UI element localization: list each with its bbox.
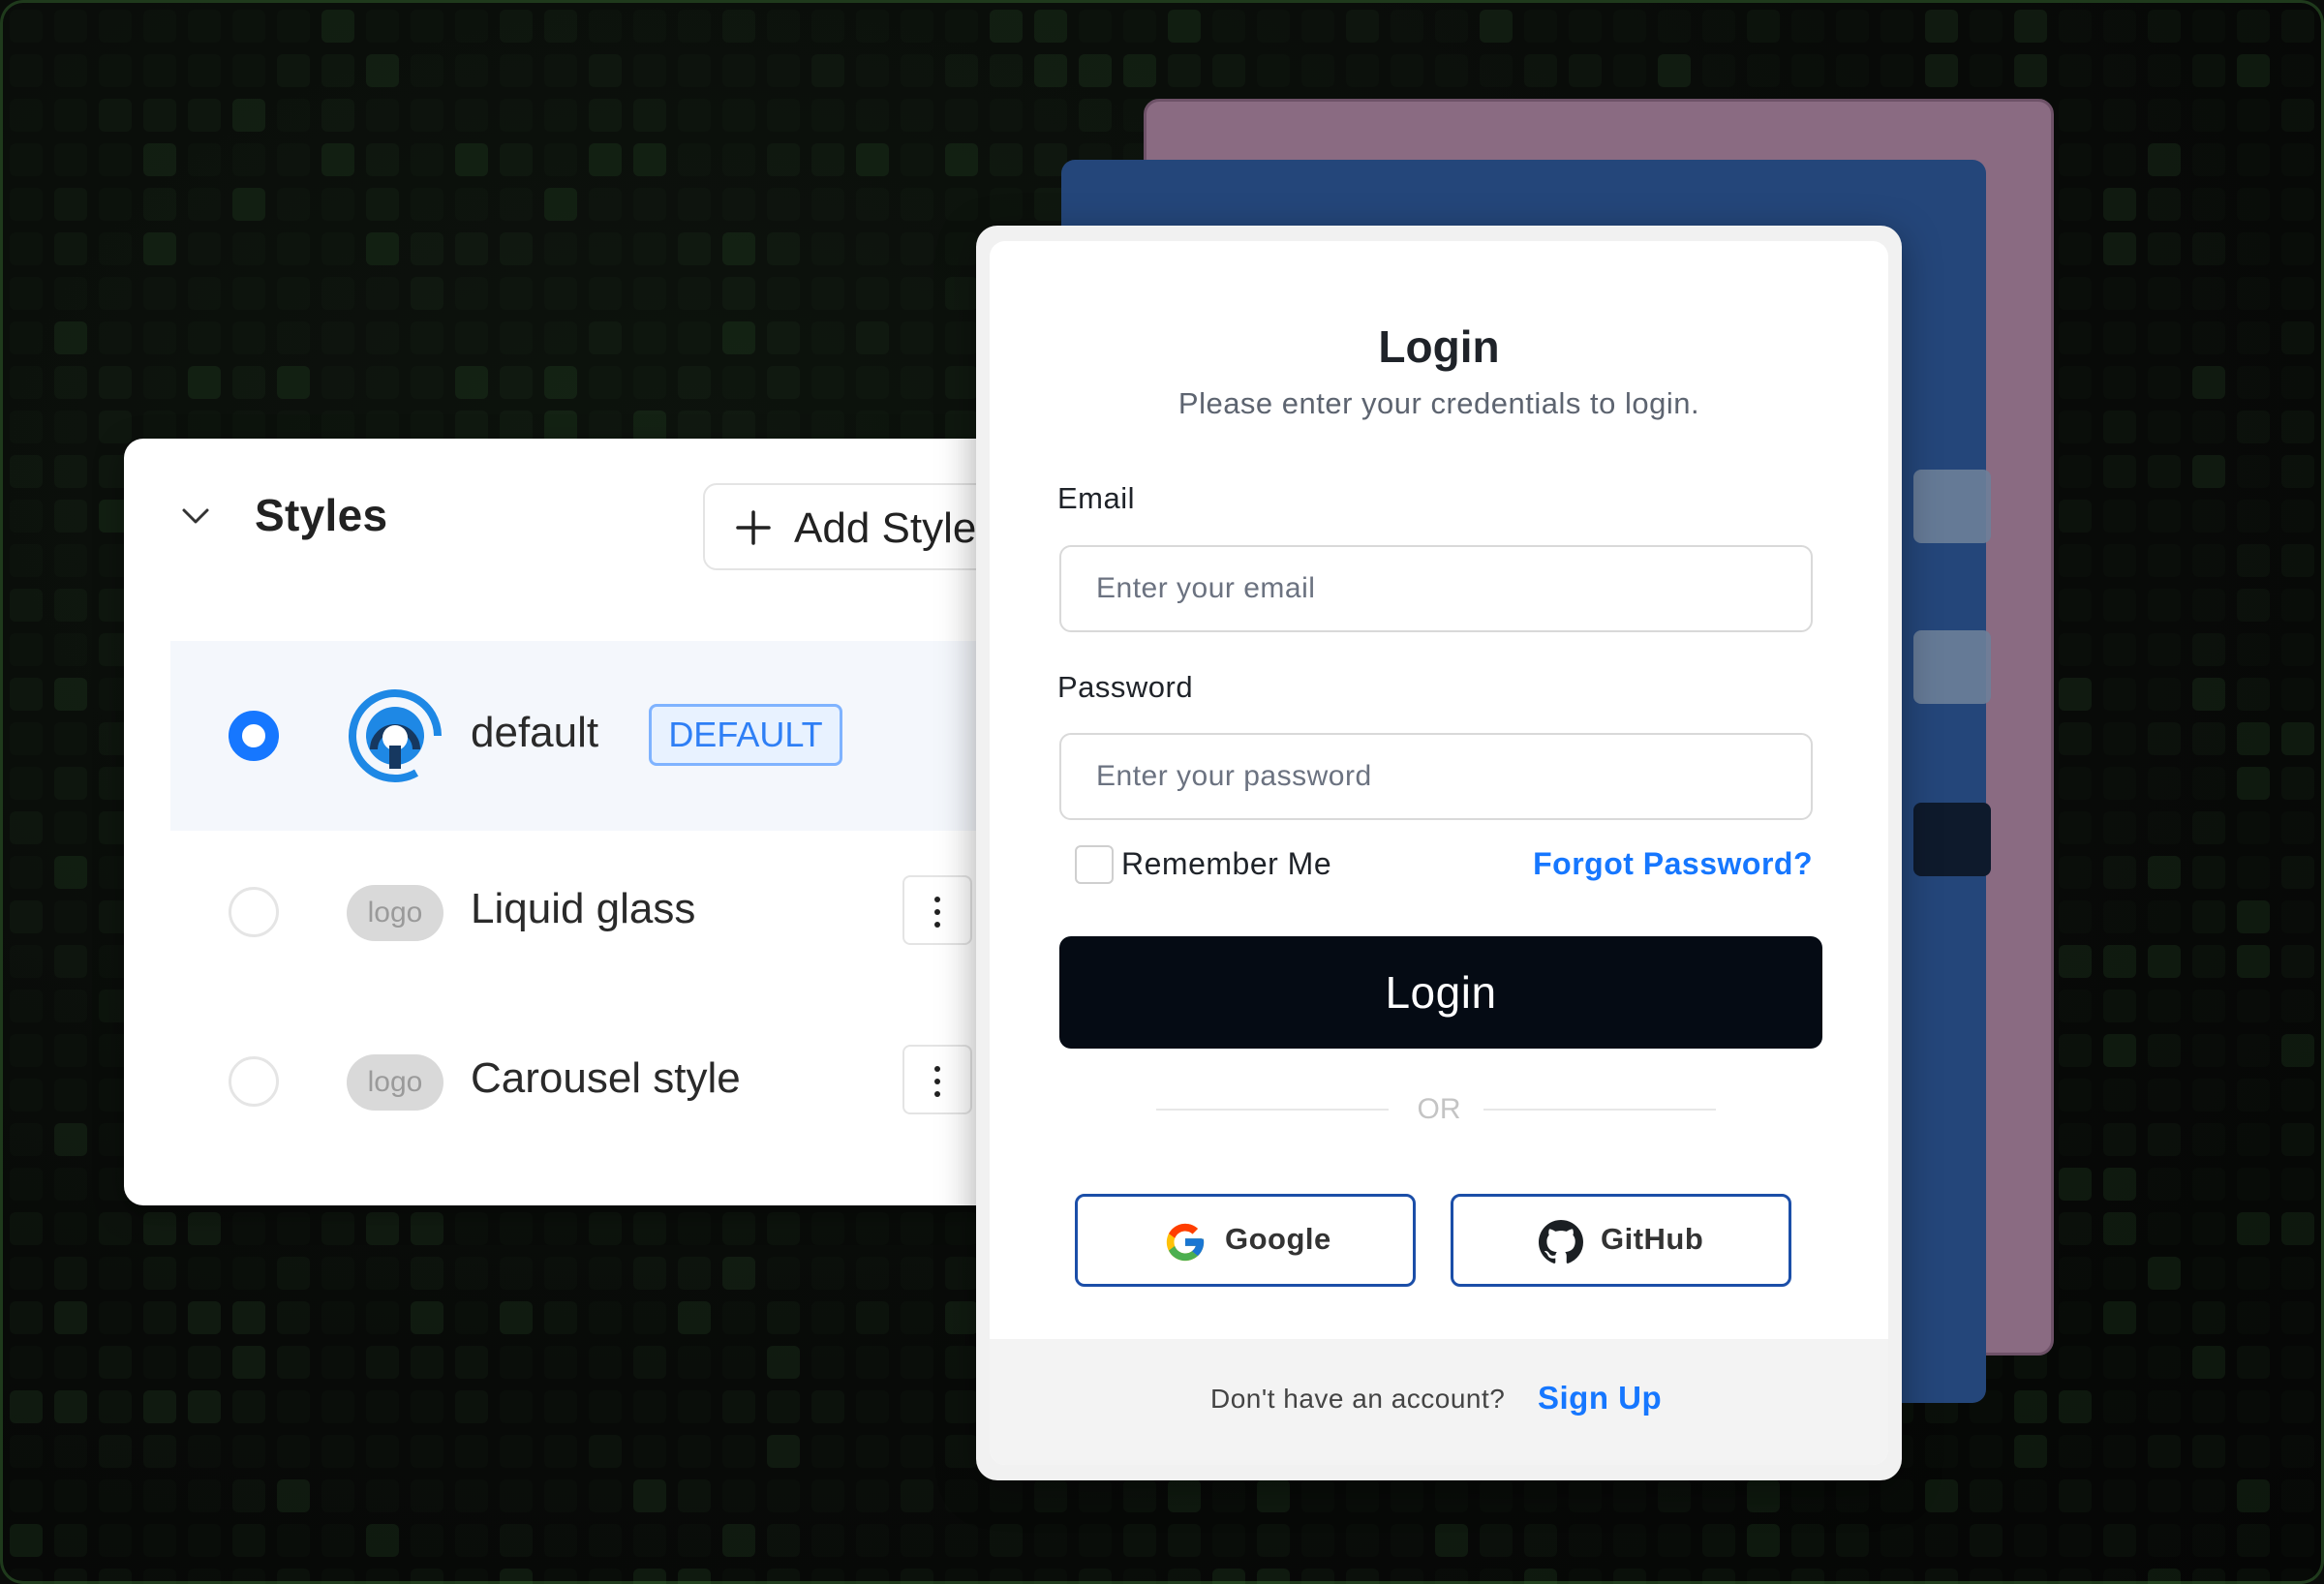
divider-line [1483, 1109, 1716, 1111]
default-badge: DEFAULT [649, 704, 842, 766]
github-label: GitHub [1601, 1222, 1704, 1256]
login-form: Login Please enter your credentials to l… [990, 241, 1888, 1465]
password-field[interactable] [1059, 733, 1813, 820]
more-vertical-icon[interactable] [902, 1045, 972, 1114]
style-name: default [471, 709, 599, 756]
forgot-password-link[interactable]: Forgot Password? [1533, 846, 1813, 882]
signup-footer: Don't have an account? Sign Up [990, 1339, 1888, 1465]
style-radio-selected[interactable] [229, 711, 279, 761]
logo-placeholder: logo [347, 1054, 443, 1111]
brand-logo-icon [349, 689, 442, 782]
ghost-button [1913, 803, 1991, 876]
signup-prompt: Don't have an account? [1210, 1384, 1506, 1414]
login-button[interactable]: Login [1059, 936, 1822, 1049]
email-field[interactable] [1059, 545, 1813, 632]
login-card: Login Please enter your credentials to l… [976, 226, 1902, 1480]
password-label: Password [1057, 670, 1194, 704]
google-login-button[interactable]: Google [1075, 1194, 1416, 1287]
chevron-down-icon[interactable] [178, 499, 213, 533]
remember-me-checkbox[interactable] [1075, 845, 1114, 884]
canvas: Styles Add Styles default DEFAULT logo L… [0, 0, 2324, 1584]
styles-title: Styles [255, 490, 388, 540]
style-row-carousel[interactable]: logo Carousel style [170, 987, 1015, 1176]
style-name: Liquid glass [471, 885, 696, 932]
google-label: Google [1225, 1222, 1331, 1256]
google-icon [1166, 1223, 1205, 1262]
logo-placeholder: logo [347, 885, 443, 941]
style-row-liquid-glass[interactable]: logo Liquid glass [170, 817, 1015, 1007]
styles-panel: Styles Add Styles default DEFAULT logo L… [124, 439, 1015, 1205]
add-styles-button[interactable]: Add Styles [703, 483, 1015, 570]
style-radio[interactable] [229, 1056, 279, 1107]
add-styles-label: Add Styles [794, 504, 998, 552]
email-label: Email [1057, 481, 1136, 515]
login-subtitle: Please enter your credentials to login. [1177, 386, 1700, 420]
github-icon [1539, 1220, 1583, 1264]
more-vertical-icon[interactable] [902, 875, 972, 945]
style-row-default[interactable]: default DEFAULT [170, 641, 1015, 831]
ghost-input [1913, 630, 1991, 704]
signup-link[interactable]: Sign Up [1538, 1380, 1662, 1416]
style-radio[interactable] [229, 887, 279, 937]
plus-icon [736, 510, 771, 545]
divider-text: OR [1417, 1093, 1461, 1125]
github-login-button[interactable]: GitHub [1451, 1194, 1791, 1287]
login-title: Login [1378, 321, 1500, 372]
ghost-input [1913, 470, 1991, 543]
style-name: Carousel style [471, 1054, 741, 1102]
remember-me-label: Remember Me [1121, 846, 1332, 881]
